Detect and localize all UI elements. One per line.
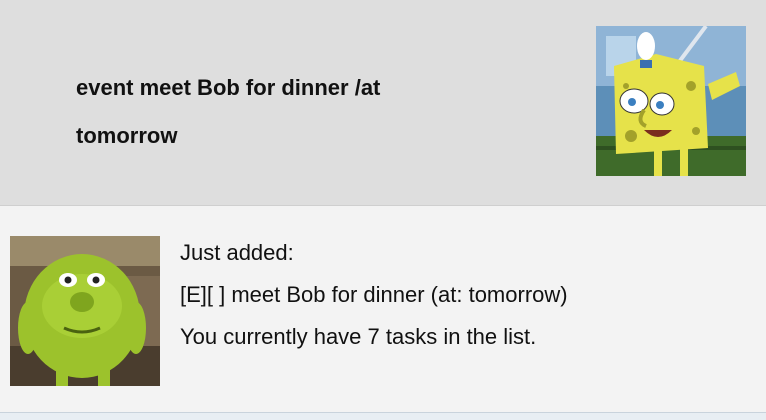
bot-message-line: You currently have 7 tasks in the list. bbox=[180, 324, 537, 349]
bot-message-line: [E][ ] meet Bob for dinner (at: tomorrow… bbox=[180, 282, 568, 307]
mike-wazowski-avatar-icon bbox=[10, 236, 160, 386]
bot-message-line: Just added: bbox=[180, 240, 294, 265]
user-message-bubble: event meet Bob for dinner /at tomorrow bbox=[0, 0, 766, 206]
chat-window: event meet Bob for dinner /at tomorrow J… bbox=[0, 0, 766, 420]
bot-message-text: Just added: [E][ ] meet Bob for dinner (… bbox=[180, 232, 750, 358]
spongebob-avatar-icon bbox=[596, 26, 746, 176]
bottom-edge bbox=[0, 412, 766, 420]
user-message-text: event meet Bob for dinner /at tomorrow bbox=[76, 75, 381, 148]
bot-message-bubble: Just added: [E][ ] meet Bob for dinner (… bbox=[0, 206, 766, 412]
